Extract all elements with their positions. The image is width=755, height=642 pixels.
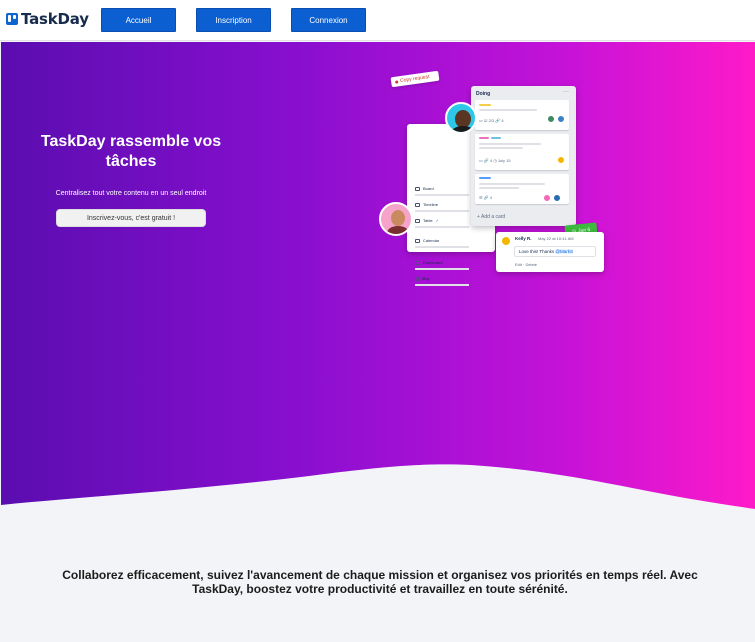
comment-meta: ▭ 🔗 4 ◷ July 15 — [479, 158, 511, 163]
wave-divider — [1, 464, 755, 517]
checklist-meta: ▭ ☑ 2/3 🔗 4 — [479, 118, 504, 123]
home-button[interactable]: Accueil — [101, 8, 176, 32]
avatar — [543, 194, 551, 202]
dot-icon — [394, 79, 399, 84]
view-item-map: Map — [415, 276, 430, 281]
comment-actions: Edit · Delete — [515, 262, 538, 267]
comment-card: Kelly R. May 22 at 10:41 AM Love this! T… — [496, 232, 604, 272]
signup-button[interactable]: Inscription — [196, 8, 271, 32]
map-pin-icon — [415, 276, 419, 281]
task-card: ▭ 🔗 4 ◷ July 15 — [475, 134, 569, 170]
hero-section: TaskDay rassemble vos tâches Centralisez… — [1, 42, 755, 517]
hero-subtitle: Centralisez tout votre contenu en un seu… — [55, 190, 207, 197]
view-item-timeline: Timeline — [415, 202, 438, 207]
board-view-icon — [415, 186, 420, 191]
view-item-calendar: Calendar — [415, 238, 439, 243]
attachment-meta: ☰ 🔗 4 — [479, 195, 493, 200]
login-button[interactable]: Connexion — [291, 8, 366, 32]
more-icon: ··· — [563, 89, 569, 95]
view-item-table: Table ✓ — [415, 218, 439, 223]
avatar-photo — [379, 202, 413, 236]
view-item-dashboard: Dashboard — [415, 260, 443, 265]
table-icon — [415, 218, 420, 223]
tagline: Collaborez efficacement, suivez l'avance… — [62, 568, 698, 596]
avatar-photo — [445, 102, 477, 134]
doing-list: Doing ··· ▭ ☑ 2/3 🔗 4 ▭ 🔗 4 ◷ July 15 ☰ … — [471, 86, 576, 226]
copy-request-tag: Copy request — [390, 70, 440, 88]
comment-author: Kelly R. — [515, 236, 532, 241]
avatar — [501, 236, 511, 246]
avatar — [547, 115, 555, 123]
signup-cta-button[interactable]: Inscrivez-vous, c'est gratuit ! — [56, 209, 206, 227]
avatar — [557, 156, 565, 164]
avatar — [553, 194, 561, 202]
board-icon — [6, 13, 18, 25]
logo-text: TaskDay — [21, 10, 89, 28]
add-card-button: + Add a card — [477, 214, 506, 220]
copy-request-label: Copy request — [399, 73, 431, 85]
hero-title: TaskDay rassemble vos tâches — [40, 133, 222, 170]
avatar — [557, 115, 565, 123]
comment-text: Love this! Thanks @MarkS — [514, 246, 596, 257]
view-item-board: Board — [415, 186, 434, 191]
task-card: ☰ 🔗 4 — [475, 174, 569, 204]
logo[interactable]: TaskDay — [6, 10, 89, 28]
timeline-icon — [415, 202, 420, 207]
list-title: Doing — [476, 91, 491, 97]
task-card: ▭ ☑ 2/3 🔗 4 — [475, 100, 569, 130]
hero-illustration: Copy request Board Timeline Table ✓ Calen… — [371, 62, 611, 286]
dashboard-icon — [415, 260, 420, 265]
calendar-icon — [415, 238, 420, 243]
top-navbar: TaskDay Accueil Inscription Connexion — [0, 0, 755, 41]
comment-date: May 22 at 10:41 AM — [538, 236, 574, 241]
